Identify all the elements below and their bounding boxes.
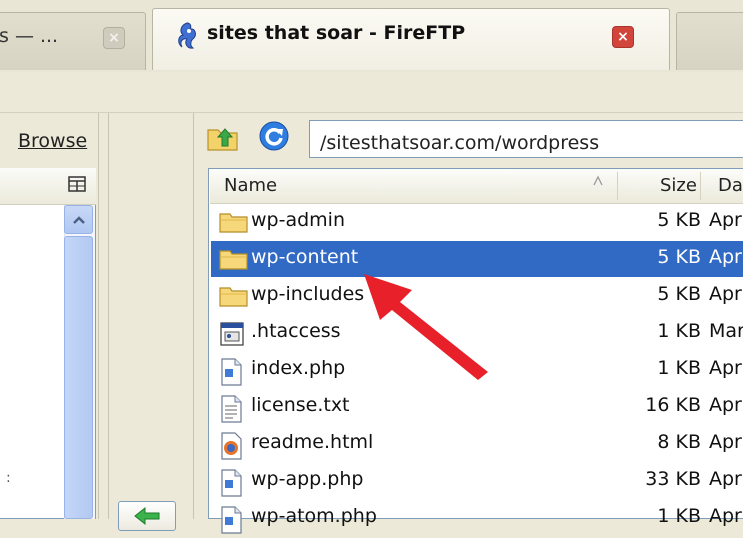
file-size: 5 KB <box>657 246 701 268</box>
file-size: 5 KB <box>657 209 701 231</box>
folder-icon <box>219 210 249 238</box>
file-name: wp-app.php <box>251 468 364 490</box>
file-size: 1 KB <box>657 505 701 527</box>
file-size: 16 KB <box>645 394 701 416</box>
local-item-partial: : <box>6 470 11 486</box>
tab-previous[interactable]: s — ... × <box>0 12 146 70</box>
text-file-icon <box>219 395 243 427</box>
file-size: 1 KB <box>657 320 701 342</box>
php-file-icon <box>219 506 243 538</box>
tab-next[interactable] <box>676 12 743 70</box>
php-file-icon <box>219 358 243 390</box>
file-date: Apr <box>709 394 742 416</box>
file-name: wp-atom.php <box>251 505 377 527</box>
file-date: Apr <box>709 468 742 490</box>
file-size: 5 KB <box>657 283 701 305</box>
file-date: Mar <box>709 320 743 342</box>
folder-icon <box>219 247 249 275</box>
folder-icon <box>219 284 249 312</box>
browse-button-label: Browse <box>18 130 88 152</box>
tab-fireftp[interactable]: sites that soar - FireFTP × <box>152 8 670 70</box>
tab-fireftp-close-icon[interactable]: × <box>612 26 634 48</box>
browse-button[interactable]: Browse <box>0 120 95 160</box>
file-size: 33 KB <box>645 468 701 490</box>
file-date: Apr <box>709 357 742 379</box>
file-name: .htaccess <box>251 320 341 342</box>
column-picker-icon[interactable] <box>68 176 86 196</box>
scroll-up-icon[interactable] <box>64 205 93 234</box>
column-header-name[interactable]: Name <box>224 175 277 196</box>
sort-indicator-icon <box>592 175 604 191</box>
file-name: readme.html <box>251 431 374 453</box>
file-date: Apr <box>709 283 742 305</box>
column-header-date[interactable]: Da <box>718 175 743 196</box>
php-file-icon <box>219 469 243 501</box>
tab-fireftp-title: sites that soar - FireFTP <box>207 22 466 44</box>
file-name: wp-content <box>251 246 359 268</box>
file-name: wp-admin <box>251 209 345 231</box>
tab-bar: s — ... × sites that soar - FireFTP × <box>0 0 743 73</box>
file-date: Apr <box>709 431 742 453</box>
file-row[interactable]: readme.html 8 KB Apr <box>211 426 743 462</box>
column-separator[interactable] <box>700 172 701 200</box>
pane-divider[interactable] <box>108 113 109 519</box>
transfer-pane <box>98 113 194 519</box>
arrow-left-icon <box>134 506 160 526</box>
file-row[interactable]: license.txt 16 KB Apr <box>211 389 743 425</box>
file-row[interactable]: wp-admin 5 KB Apr <box>211 204 743 240</box>
file-name: index.php <box>251 357 346 379</box>
parent-folder-icon[interactable] <box>206 124 240 156</box>
local-scrollbar-thumb[interactable] <box>64 236 93 519</box>
file-row[interactable]: wp-app.php 33 KB Apr <box>211 463 743 499</box>
tab-previous-close-icon[interactable]: × <box>103 27 125 49</box>
file-date: Apr <box>709 505 742 527</box>
column-separator[interactable] <box>617 172 618 200</box>
fireftp-logo-icon <box>178 22 196 49</box>
file-date: Apr <box>709 246 742 268</box>
file-row[interactable]: wp-atom.php 1 KB Apr <box>211 500 743 536</box>
tab-previous-title: s — ... <box>0 25 59 47</box>
file-name: wp-includes <box>251 283 365 305</box>
remote-path-input[interactable] <box>309 120 743 158</box>
toolbar-strip <box>0 72 743 113</box>
file-size: 8 KB <box>657 431 701 453</box>
file-date: Apr <box>709 209 742 231</box>
transfer-left-button[interactable] <box>118 501 176 531</box>
file-name: license.txt <box>251 394 350 416</box>
annotation-arrow-icon <box>364 274 488 380</box>
column-header-size[interactable]: Size <box>660 175 697 196</box>
refresh-icon[interactable] <box>258 120 290 156</box>
htaccess-file-icon <box>219 321 245 351</box>
html-file-icon <box>219 432 243 464</box>
file-size: 1 KB <box>657 357 701 379</box>
